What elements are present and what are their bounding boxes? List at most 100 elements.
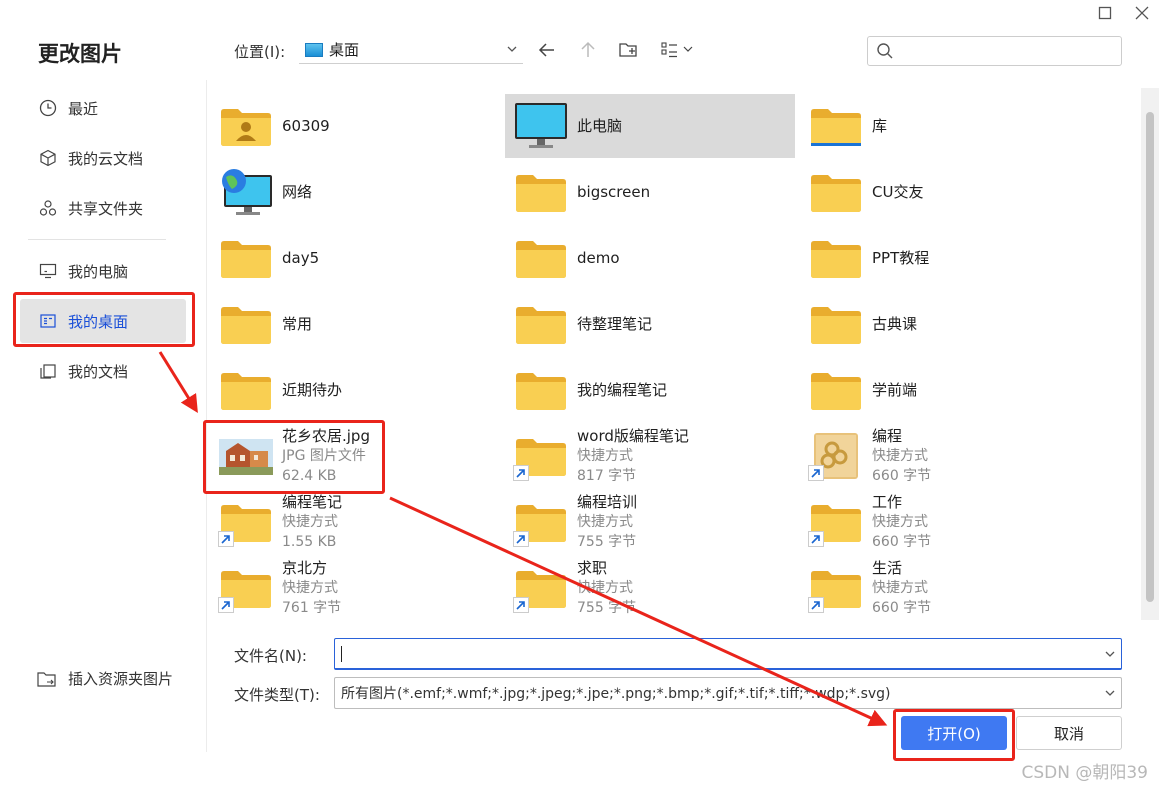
file-name: 库: [872, 117, 888, 135]
file-info: 库: [872, 116, 887, 136]
file-item[interactable]: day5: [210, 226, 500, 290]
shortcut-arrow-icon: [513, 531, 529, 547]
file-thumbnail: [808, 167, 864, 217]
file-size: 660 字节: [872, 534, 932, 550]
file-thumbnail: [218, 167, 274, 217]
file-item[interactable]: word版编程笔记 快捷方式 817 字节: [505, 424, 795, 488]
text-cursor: [341, 645, 342, 662]
filetype-select[interactable]: 所有图片(*.emf;*.wmf;*.jpg;*.jpeg;*.jpe;*.pn…: [334, 677, 1122, 709]
shortcut-arrow-icon: [808, 531, 824, 547]
file-item[interactable]: bigscreen: [505, 160, 795, 224]
file-name: 近期待办: [282, 381, 343, 399]
arrow-up-icon: [581, 41, 595, 57]
folder-icon: [221, 241, 271, 278]
file-item[interactable]: 60309: [210, 94, 500, 158]
folder-icon: [516, 175, 566, 212]
up-button[interactable]: [576, 38, 600, 62]
share-icon: [38, 198, 58, 218]
file-name: 学前端: [872, 381, 918, 399]
file-info: 编程笔记 快捷方式 1.55 KB: [282, 492, 342, 552]
sidebar-item-label: 我的文档: [68, 362, 129, 381]
new-folder-button[interactable]: [616, 38, 640, 62]
file-item[interactable]: 网络: [210, 160, 500, 224]
file-type: 快捷方式: [872, 514, 928, 530]
file-item[interactable]: demo: [505, 226, 795, 290]
file-name: 求职: [577, 559, 608, 577]
sidebar-item-recent[interactable]: 最近: [20, 86, 186, 130]
filetype-value: 所有图片(*.emf;*.wmf;*.jpg;*.jpeg;*.jpe;*.pn…: [341, 686, 891, 702]
maximize-button[interactable]: [1092, 2, 1118, 24]
cancel-button[interactable]: 取消: [1016, 716, 1122, 750]
sidebar-item-label: 我的云文档: [68, 149, 144, 168]
file-name: 古典课: [872, 315, 918, 333]
file-item[interactable]: 编程笔记 快捷方式 1.55 KB: [210, 490, 500, 554]
file-item[interactable]: 学前端: [800, 358, 1090, 422]
file-size: 761 字节: [282, 600, 342, 616]
file-name: PPT教程: [872, 249, 930, 267]
file-thumbnail: [218, 233, 274, 283]
file-info: 求职 快捷方式 755 字节: [577, 558, 636, 618]
sidebar-item-cloud-docs[interactable]: 我的云文档: [20, 136, 186, 180]
file-item[interactable]: 工作快捷方式 660 字节: [800, 490, 1090, 554]
sidebar-item-my-documents[interactable]: 我的文档: [20, 349, 186, 393]
file-info: 学前端: [872, 380, 917, 400]
file-item[interactable]: 此电脑: [505, 94, 795, 158]
file-size: 755 字节: [577, 534, 637, 550]
file-item[interactable]: 待整理笔记: [505, 292, 795, 356]
file-thumbnail: [513, 167, 569, 217]
sidebar-item-my-computer[interactable]: 我的电脑: [20, 249, 186, 293]
file-item[interactable]: 编程培训 快捷方式 755 字节: [505, 490, 795, 554]
desktop-folder-icon: [305, 42, 323, 57]
scrollbar-thumb[interactable]: [1146, 112, 1154, 602]
location-select[interactable]: 桌面: [299, 36, 523, 64]
insert-resource-folder-image[interactable]: 插入资源夹图片: [36, 668, 173, 689]
file-name: CU交友: [872, 183, 924, 201]
file-info: 常用: [282, 314, 312, 334]
back-button[interactable]: [535, 38, 559, 62]
file-thumbnail: [808, 101, 864, 151]
file-item[interactable]: 求职 快捷方式 755 字节: [505, 556, 795, 620]
file-info: PPT教程: [872, 248, 929, 268]
shortcut-arrow-icon: [513, 597, 529, 613]
file-name: 工作: [872, 493, 903, 511]
filename-input[interactable]: [334, 638, 1122, 670]
file-name: demo: [577, 249, 620, 267]
file-list: 60309 此电脑 库 网络 bigscreen CU交友 day5 demo …: [208, 88, 1140, 620]
file-item[interactable]: 生活 快捷方式 660 字节: [800, 556, 1090, 620]
folder-icon: [516, 373, 566, 410]
file-item[interactable]: 编程 快捷方式 660 字节: [800, 424, 1090, 488]
watermark: CSDN @朝阳39: [1021, 763, 1148, 783]
file-item[interactable]: 库: [800, 94, 1090, 158]
vertical-scrollbar[interactable]: [1141, 88, 1159, 620]
close-button[interactable]: [1129, 2, 1155, 24]
file-item[interactable]: 古典课: [800, 292, 1090, 356]
file-thumbnail: [808, 299, 864, 349]
file-name: 京北方: [282, 559, 328, 577]
search-input[interactable]: [867, 36, 1122, 66]
arrow-left-icon: [538, 43, 554, 57]
file-info: 我的编程笔记: [577, 380, 667, 400]
shortcut-arrow-icon: [218, 531, 234, 547]
sidebar-item-label: 共享文件夹: [68, 199, 144, 218]
file-thumbnail: [218, 365, 274, 415]
folder-icon: [221, 109, 271, 146]
file-item[interactable]: PPT教程: [800, 226, 1090, 290]
insert-label: 插入资源夹图片: [68, 670, 174, 688]
sidebar-item-shared-folder[interactable]: 共享文件夹: [20, 186, 186, 230]
annotation-box-desktop: [13, 292, 195, 347]
file-info: 待整理笔记: [577, 314, 652, 334]
maximize-icon: [1098, 6, 1112, 20]
file-item[interactable]: 京北方 快捷方式 761 字节: [210, 556, 500, 620]
file-info: 生活 快捷方式 660 字节: [872, 558, 931, 618]
list-view-icon: [661, 42, 693, 58]
view-options-button[interactable]: [660, 38, 696, 62]
file-info: day5: [282, 248, 319, 268]
annotation-box-open-button: [893, 709, 1015, 761]
file-thumbnail: [218, 101, 274, 151]
file-type: 快捷方式: [577, 580, 633, 596]
file-item[interactable]: 我的编程笔记: [505, 358, 795, 422]
file-item[interactable]: CU交友: [800, 160, 1090, 224]
filename-label: 文件名(N):: [234, 647, 307, 665]
file-item[interactable]: 常用: [210, 292, 500, 356]
file-item[interactable]: 近期待办: [210, 358, 500, 422]
